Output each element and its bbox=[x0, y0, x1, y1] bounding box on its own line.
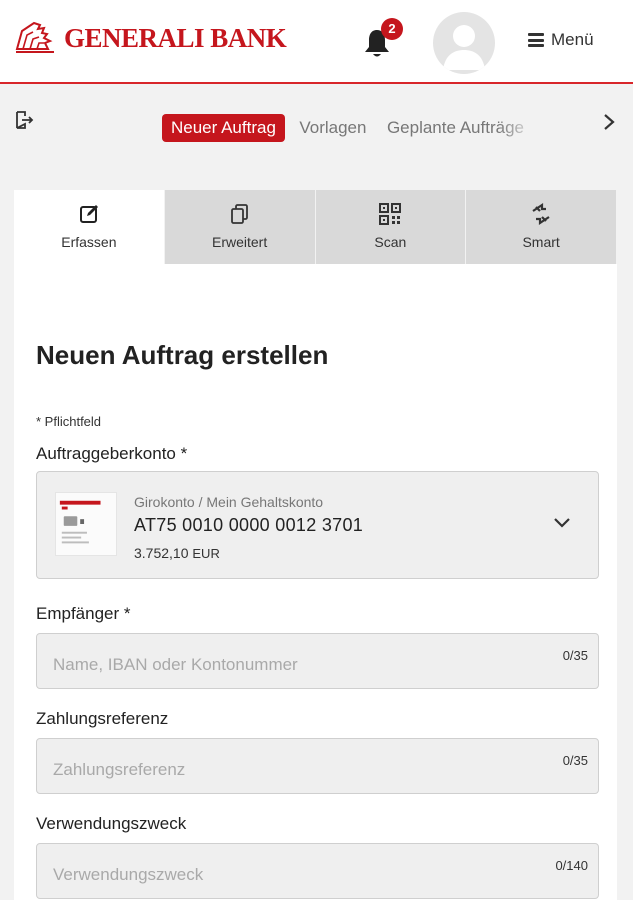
purpose-label: Verwendungszweck bbox=[36, 814, 187, 833]
tab-templates[interactable]: Vorlagen bbox=[293, 114, 372, 142]
mode-tab-label: Smart bbox=[522, 234, 560, 250]
entry-mode-tabs: Erfassen Erweitert Scan Smart bbox=[14, 190, 617, 264]
recipient-label: Empfänger * bbox=[36, 604, 131, 623]
mode-tab-scan[interactable]: Scan bbox=[315, 190, 466, 264]
app-header: GENERALI BANK 2 Menü bbox=[0, 0, 633, 84]
purpose-field: 0/140 bbox=[36, 843, 599, 899]
account-iban: AT75 0010 0000 0012 3701 bbox=[134, 515, 364, 535]
hamburger-icon bbox=[528, 33, 544, 47]
recipient-input[interactable] bbox=[37, 634, 598, 688]
brand-name: GENERALI BANK bbox=[64, 22, 287, 53]
user-placeholder-icon bbox=[443, 25, 485, 70]
qr-code-icon bbox=[379, 203, 402, 225]
balance-currency: EUR bbox=[192, 546, 220, 561]
reference-input[interactable] bbox=[37, 739, 598, 793]
account-select[interactable]: Girokonto / Mein Gehaltskonto AT75 0010 … bbox=[36, 471, 599, 579]
mode-tab-label: Scan bbox=[374, 234, 407, 250]
required-field-note: * Pflichtfeld bbox=[36, 414, 102, 429]
mode-tab-smart[interactable]: Smart bbox=[466, 190, 616, 264]
copy-icon bbox=[230, 204, 248, 224]
account-balance: 3.752,10 EUR bbox=[134, 545, 220, 561]
account-label: Auftraggeberkonto * bbox=[36, 444, 188, 463]
mode-tab-erweitert[interactable]: Erweitert bbox=[164, 190, 315, 264]
balance-amount: 3.752,10 bbox=[134, 545, 189, 561]
tabs-fade-overlay bbox=[498, 114, 538, 144]
edit-icon bbox=[79, 205, 98, 223]
reference-label: Zahlungsreferenz bbox=[36, 709, 169, 728]
user-avatar[interactable] bbox=[433, 12, 495, 74]
chevron-right-icon[interactable] bbox=[600, 110, 618, 134]
lion-logo-icon bbox=[15, 21, 54, 53]
page-title: Neuen Auftrag erstellen bbox=[36, 340, 329, 370]
tab-new-order[interactable]: Neuer Auftrag bbox=[162, 114, 285, 142]
order-subnav: Neuer Auftrag Vorlagen Geplante Aufträge bbox=[0, 86, 633, 172]
order-tabs: Neuer Auftrag Vorlagen Geplante Aufträge bbox=[162, 114, 538, 144]
recipient-char-counter: 0/35 bbox=[562, 648, 588, 663]
purpose-input[interactable] bbox=[37, 844, 598, 898]
reference-field: 0/35 bbox=[36, 738, 599, 794]
notification-badge: 2 bbox=[381, 18, 403, 40]
mode-tab-label: Erweitert bbox=[212, 234, 268, 250]
recipient-field: 0/35 bbox=[36, 633, 599, 689]
menu-button[interactable]: Menü bbox=[528, 30, 594, 50]
purpose-char-counter: 0/140 bbox=[555, 858, 588, 873]
chevron-down-icon[interactable] bbox=[552, 516, 572, 530]
bank-card-thumbnail-icon bbox=[55, 492, 117, 556]
account-type: Girokonto / Mein Gehaltskonto bbox=[134, 494, 324, 510]
generali-logo[interactable]: GENERALI BANK bbox=[14, 18, 287, 58]
mode-tab-label: Erfassen bbox=[61, 234, 117, 250]
menu-label: Menü bbox=[551, 30, 594, 49]
swap-arrows-icon bbox=[532, 202, 550, 226]
logout-icon[interactable] bbox=[14, 110, 34, 130]
reference-char-counter: 0/35 bbox=[562, 753, 588, 768]
mode-tab-erfassen[interactable]: Erfassen bbox=[14, 190, 164, 264]
order-form-card: Neuen Auftrag erstellen * Pflichtfeld Au… bbox=[14, 264, 617, 900]
